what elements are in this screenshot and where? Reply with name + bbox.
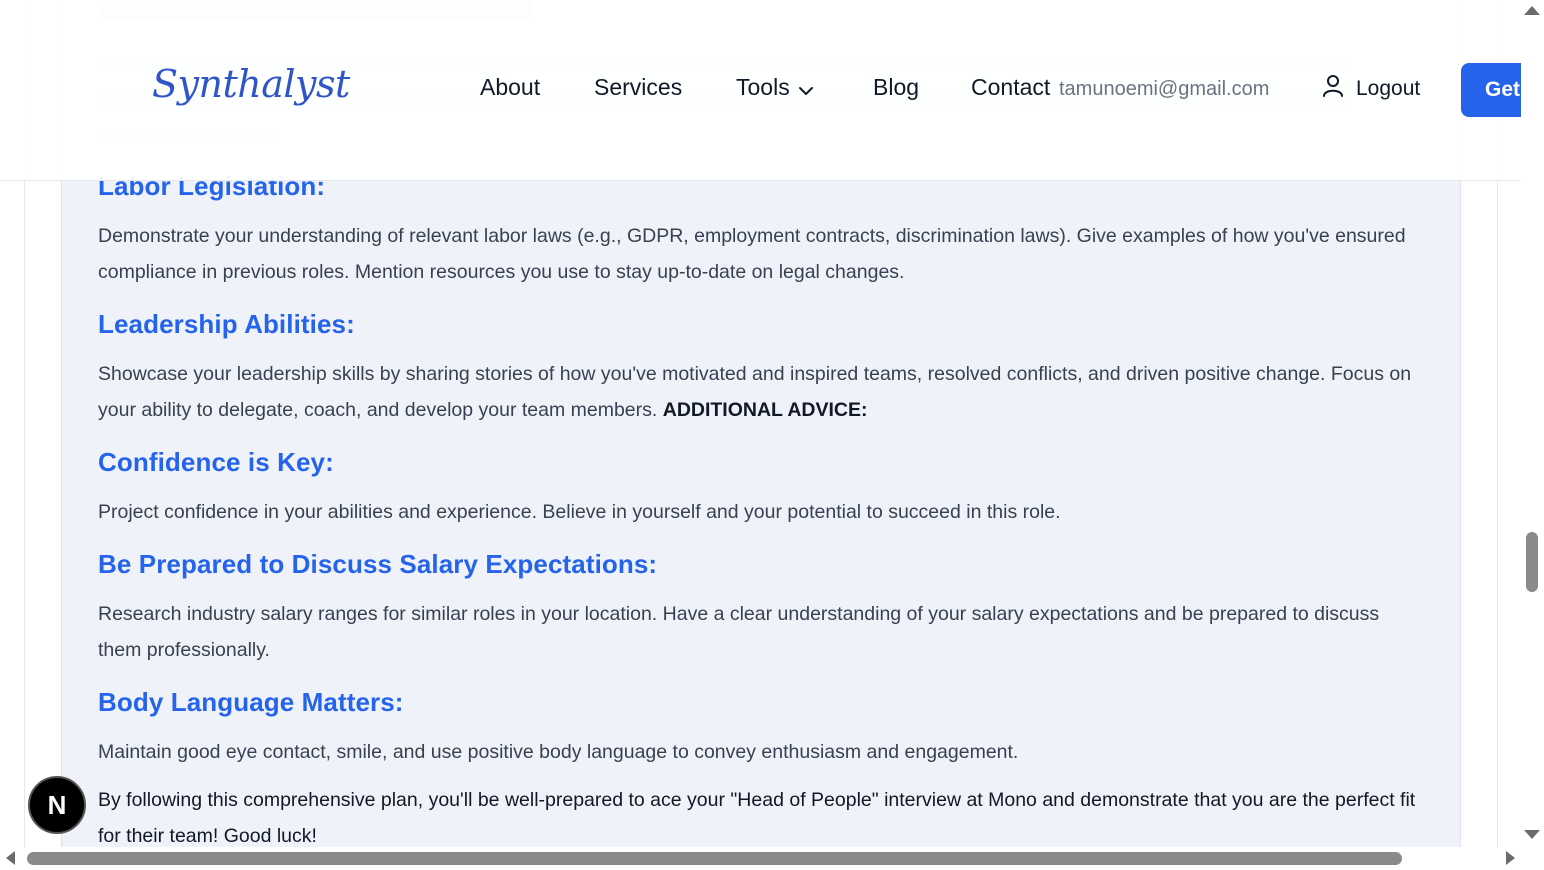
section-heading-leadership: Leadership Abilities:: [98, 309, 355, 339]
nextjs-badge[interactable]: N: [28, 776, 86, 834]
section-heading-confidence: Confidence is Key:: [98, 447, 334, 477]
section-body-leadership: Showcase your leadership skills by shari…: [98, 356, 1420, 428]
main-nav: About Services Tools Blog Contact: [0, 74, 1060, 106]
section-body-confidence: Project confidence in your abilities and…: [98, 501, 1061, 523]
scroll-up-arrow-icon[interactable]: [1524, 6, 1540, 15]
scroll-left-arrow-icon[interactable]: [6, 851, 15, 865]
site-header: Synthalyst About Services Tools Blog Con…: [0, 0, 1521, 181]
nav-services[interactable]: Services: [594, 74, 682, 101]
nav-contact[interactable]: Contact: [971, 74, 1050, 101]
nav-tools-label: Tools: [736, 74, 790, 100]
nav-tools[interactable]: Tools: [736, 74, 814, 102]
nav-blog[interactable]: Blog: [873, 74, 919, 101]
vertical-scroll-thumb[interactable]: [1526, 532, 1538, 592]
logout-label: Logout: [1356, 77, 1421, 100]
vertical-scrollbar[interactable]: [1521, 0, 1544, 847]
horizontal-scroll-thumb[interactable]: [27, 852, 1402, 865]
user-icon: [1322, 74, 1344, 104]
closing-paragraph: By following this comprehensive plan, yo…: [98, 789, 1416, 847]
scroll-right-arrow-icon[interactable]: [1506, 851, 1515, 865]
section-heading-body-language: Body Language Matters:: [98, 687, 404, 717]
section-heading-salary: Be Prepared to Discuss Salary Expectatio…: [98, 549, 658, 579]
section-body-body-language: Maintain good eye contact, smile, and us…: [98, 741, 1019, 763]
section-body-labor-legislation: Demonstrate your understanding of releva…: [98, 225, 1406, 283]
chevron-down-icon: [798, 75, 814, 102]
additional-advice-label: ADDITIONAL ADVICE:: [662, 399, 868, 421]
user-email: tamunoemi@gmail.com: [1059, 78, 1270, 100]
page: Labor Legislation: Demonstrate your unde…: [0, 0, 1521, 847]
section-body-salary: Research industry salary ranges for simi…: [98, 603, 1380, 661]
logout-button[interactable]: Logout: [1322, 74, 1420, 104]
scroll-down-arrow-icon[interactable]: [1524, 830, 1540, 839]
nav-about[interactable]: About: [480, 74, 540, 101]
